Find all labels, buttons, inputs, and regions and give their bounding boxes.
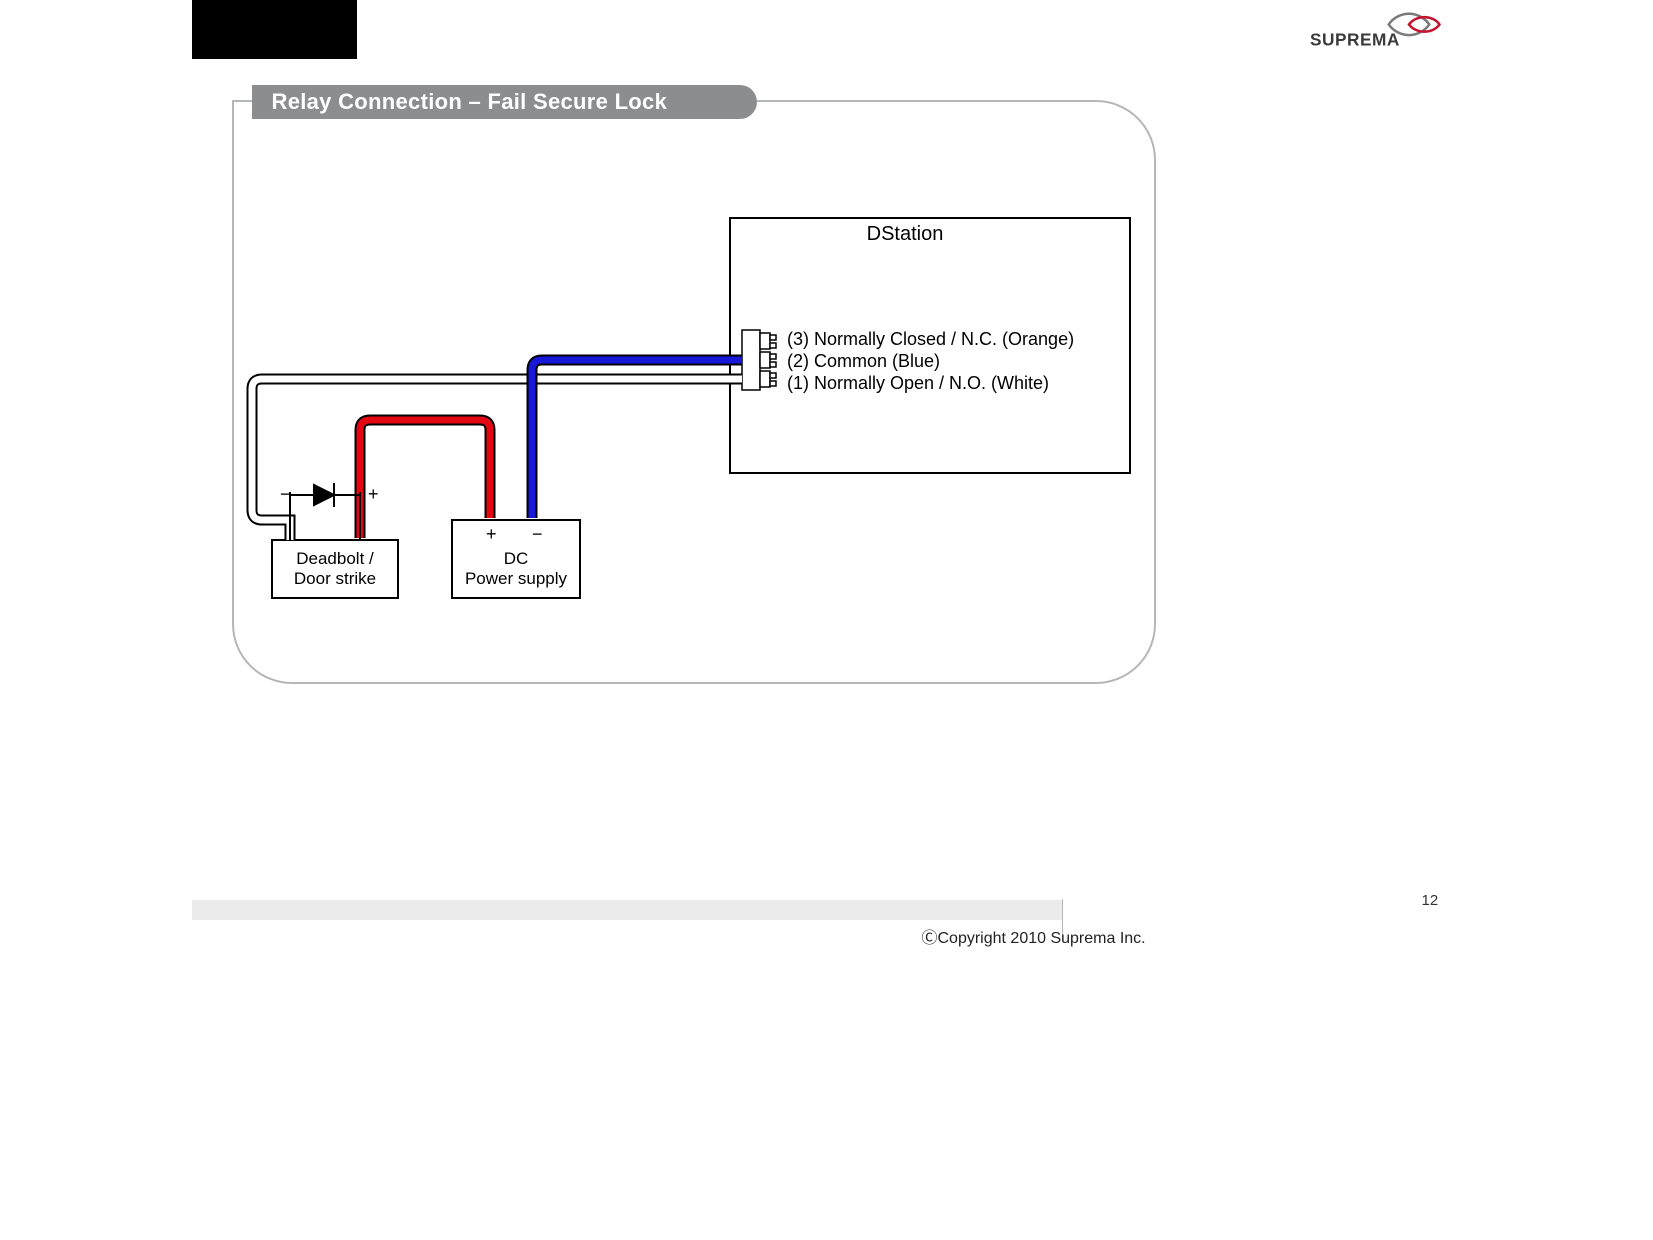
copyright-text: ⒸCopyright 2010 Suprema Inc. [922, 924, 1146, 948]
deadbolt-label-1: Deadbolt / [296, 549, 374, 568]
psu-label-1: DC [503, 549, 528, 568]
header-banner [192, 0, 1462, 59]
deadbolt-pos-label: + [368, 484, 379, 504]
relay-pin-1-label: (1) Normally Open / N.O. (White) [787, 373, 1049, 393]
brand-logo: SUPREMA [1310, 6, 1442, 52]
header-black-block [192, 0, 357, 59]
relay-pin-3-label: (3) Normally Closed / N.C. (Orange) [787, 329, 1074, 349]
psu-label-2: Power supply [464, 569, 567, 588]
page-number: 12 [1422, 892, 1439, 909]
relay-pin-2-label: (2) Common (Blue) [787, 351, 940, 371]
wiring-diagram: DStation (3) Normally Closed / N.C. (Ora… [232, 120, 1172, 680]
wire-normally-open [252, 379, 742, 540]
deadbolt-label-2: Door strike [293, 569, 375, 588]
dstation-label: DStation [866, 223, 943, 245]
psu-pos-label: + [486, 524, 497, 544]
slide-title: Relay Connection – Fail Secure Lock [252, 85, 757, 119]
psu-neg-label: − [532, 524, 543, 544]
brand-text: SUPREMA [1310, 30, 1400, 50]
deadbolt-neg-label: − [280, 484, 291, 504]
diode-icon [302, 483, 348, 507]
footer-grey-strip [192, 900, 1062, 920]
